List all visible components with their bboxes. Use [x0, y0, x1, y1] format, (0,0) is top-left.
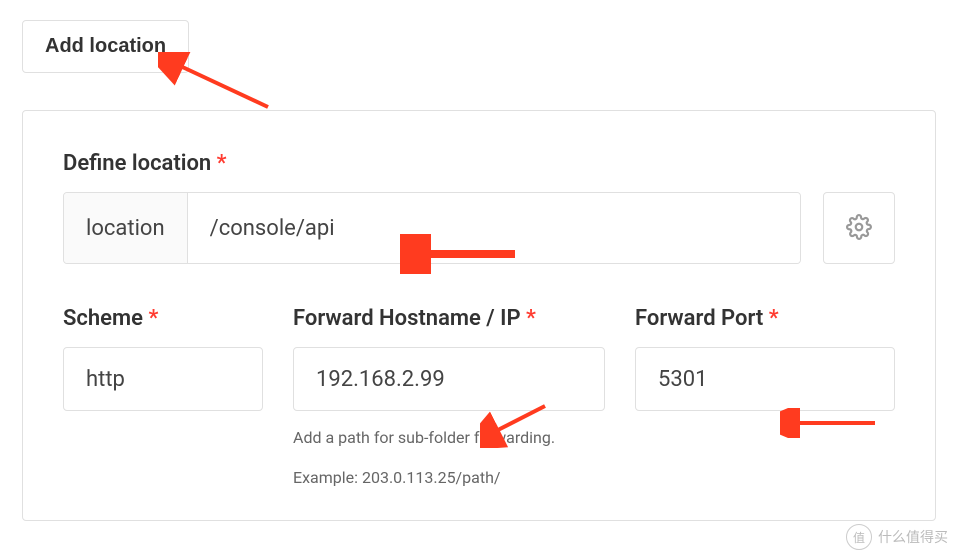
hostname-column: Forward Hostname / IP * Add a path for s…	[293, 306, 605, 490]
scheme-label-text: Scheme	[63, 306, 143, 331]
scheme-select[interactable]: http	[63, 347, 263, 411]
required-asterisk: *	[526, 306, 536, 331]
location-panel: Define location * location Scheme * http	[22, 110, 936, 521]
forward-fields-row: Scheme * http Forward Hostname / IP * Ad…	[63, 306, 895, 490]
required-asterisk: *	[148, 306, 158, 331]
hostname-label-text: Forward Hostname / IP	[293, 306, 521, 331]
hostname-label: Forward Hostname / IP *	[293, 306, 605, 331]
location-path-input[interactable]	[188, 193, 800, 263]
location-settings-button[interactable]	[823, 192, 895, 264]
watermark: 值 什么值得买	[846, 524, 948, 550]
define-location-label: Define location *	[63, 151, 895, 176]
add-location-label: Add location	[45, 35, 166, 57]
hostname-helper-2: Example: 203.0.113.25/path/	[293, 465, 605, 491]
port-input[interactable]	[658, 367, 872, 392]
gear-icon	[846, 214, 872, 243]
location-input-group: location	[63, 192, 801, 264]
watermark-icon: 值	[846, 524, 872, 550]
watermark-text: 什么值得买	[878, 527, 948, 547]
scheme-label: Scheme *	[63, 306, 263, 331]
add-location-button[interactable]: Add location	[22, 20, 189, 73]
hostname-helper-1: Add a path for sub-folder forwarding.	[293, 425, 605, 451]
required-asterisk: *	[769, 306, 779, 331]
hostname-input-wrapper	[293, 347, 605, 411]
hostname-input[interactable]	[316, 367, 582, 392]
port-input-wrapper	[635, 347, 895, 411]
define-location-label-text: Define location	[63, 151, 211, 176]
location-prefix: location	[64, 193, 188, 263]
scheme-column: Scheme * http	[63, 306, 263, 490]
port-label: Forward Port *	[635, 306, 895, 331]
required-asterisk: *	[217, 151, 227, 176]
port-column: Forward Port *	[635, 306, 895, 490]
location-row: location	[63, 192, 895, 264]
port-label-text: Forward Port	[635, 306, 763, 331]
scheme-value: http	[86, 367, 125, 392]
